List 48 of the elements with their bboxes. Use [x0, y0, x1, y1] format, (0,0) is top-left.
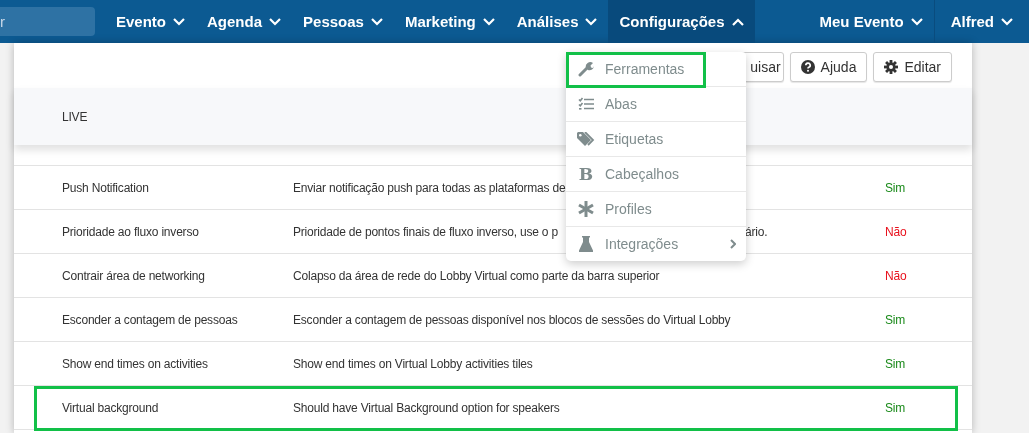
dropdown-menu-item[interactable]: B Cabeçalhos [566, 157, 746, 192]
table-cell-text: Should have Virtual Background option for speakers [293, 400, 561, 415]
table-cell-text: Push Notification [61, 180, 150, 195]
chevron-down-icon [1001, 17, 1013, 26]
column-header: LIVE [62, 109, 88, 124]
status-value: Não [885, 224, 907, 239]
table-cell-text: Esconder a contagem de pessoas [61, 312, 239, 327]
status-value: Sim [885, 400, 906, 415]
table-cell-text: Virtual background [61, 400, 160, 415]
toolbar-button[interactable]: Ajuda [789, 51, 868, 82]
checklist-icon [578, 97, 594, 111]
nav-menu-item[interactable]: Marketing [393, 0, 506, 43]
chevron-down-icon [482, 17, 495, 26]
bold-icon: B [578, 164, 594, 184]
chevron-down-icon [585, 17, 598, 26]
tags-icon [577, 131, 595, 147]
nav-menu-item[interactable]: Pessoas [292, 0, 394, 43]
gear-icon [884, 59, 899, 74]
chevron-down-icon [370, 17, 383, 26]
table-cell-text: Show end times on Virtual Lobby activities tiles [293, 356, 534, 371]
table-cell-text: Prioridade ao fluxo inverso [61, 224, 200, 239]
flask-icon [579, 236, 593, 252]
table-cell-text: Contrair área de networking [61, 268, 206, 283]
toolbar-button[interactable]: Editar [873, 51, 952, 82]
table-cell-text: Enviar notificação push para todas as plataformas de [293, 180, 567, 195]
search-field[interactable]: r [0, 7, 95, 36]
chevron-down-icon [910, 17, 923, 26]
nav-menu-item[interactable]: Meu Evento [808, 0, 934, 43]
dropdown-menu-item[interactable]: Profiles [566, 192, 746, 227]
status-value: Sim [885, 180, 906, 195]
table-cell-text: Colapso da área de rede do Lobby Virtual como parte da barra superior [293, 268, 661, 283]
help-icon [800, 59, 815, 74]
chevron-down-icon [173, 17, 185, 26]
dropdown-menu-item[interactable]: Abas [566, 87, 746, 122]
status-value: Sim [885, 356, 906, 371]
table-cell-text: Esconder a contagem de pessoas disponível nos blocos de sessões do Virtual Lobby [293, 312, 732, 327]
nav-menu-item[interactable]: Agenda [196, 0, 293, 43]
table-cell-text: Show end times on activities [61, 356, 209, 371]
asterisk-icon [578, 201, 594, 217]
chevron-up-icon [731, 17, 744, 26]
dropdown-menu-item[interactable]: Ferramentas [566, 52, 746, 87]
wrench-icon [577, 61, 595, 77]
status-value: Não [885, 268, 907, 283]
chevron-down-icon [269, 17, 282, 26]
nav-menu-item[interactable]: Evento [105, 0, 196, 43]
status-value: Sim [885, 312, 906, 327]
nav-menu-item[interactable]: Análises [505, 0, 609, 43]
nav-menu-item[interactable]: Configurações [608, 0, 755, 43]
